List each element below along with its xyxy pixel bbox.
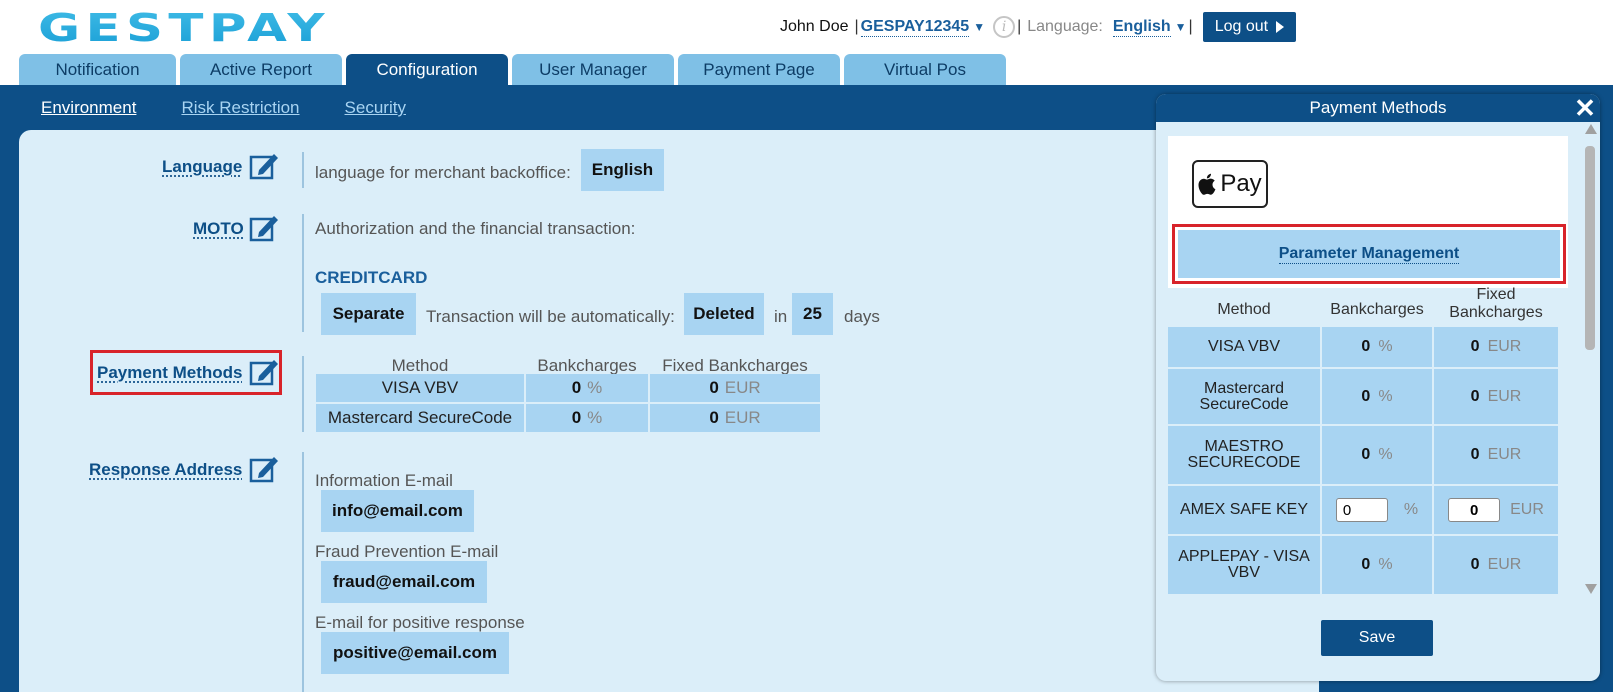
shop-selector[interactable]: GESPAY12345 bbox=[860, 18, 970, 37]
positive-email-label: E-mail for positive response bbox=[315, 613, 525, 632]
table-cell-method: APPLEPAY - VISA VBV bbox=[1168, 536, 1320, 594]
close-icon[interactable]: ✕ bbox=[1574, 95, 1596, 121]
moto-days-value: 25 bbox=[792, 293, 833, 335]
table-cell-bankcharge: 0% bbox=[1322, 369, 1432, 424]
fraud-email-value: fraud@email.com bbox=[321, 561, 487, 603]
creditcard-title: CREDITCARD bbox=[315, 268, 428, 287]
divider bbox=[302, 214, 304, 332]
sub-navigation: Environment Risk Restriction Security bbox=[41, 98, 406, 118]
table-cell-method: VISA VBV bbox=[316, 374, 524, 402]
top-bar: John Doe | GESPAY12345 ▼ i | Language: E… bbox=[780, 12, 1297, 42]
divider bbox=[302, 452, 304, 692]
edit-icon[interactable] bbox=[249, 453, 279, 483]
gestpay-logo: GESTPAY bbox=[38, 10, 330, 44]
info-email-value: info@email.com bbox=[321, 490, 474, 532]
logout-button[interactable]: Log out bbox=[1202, 12, 1297, 42]
table-cell-bankcharge: 0% bbox=[1322, 426, 1432, 484]
tab-configuration[interactable]: Configuration bbox=[346, 54, 508, 86]
tab-virtual-pos[interactable]: Virtual Pos bbox=[844, 54, 1006, 86]
parameter-management-button[interactable]: Parameter Management bbox=[1178, 230, 1560, 278]
separator: | bbox=[1188, 18, 1193, 35]
edit-icon[interactable] bbox=[249, 150, 279, 180]
table-cell-method: MAESTRO SECURECODE bbox=[1168, 426, 1320, 484]
section-label-language[interactable]: Language bbox=[162, 157, 242, 177]
apple-pay-logo: Pay bbox=[1192, 160, 1268, 208]
fraud-email-label: Fraud Prevention E-mail bbox=[315, 542, 499, 561]
bankcharge-input[interactable] bbox=[1335, 498, 1388, 522]
subnav-security[interactable]: Security bbox=[345, 98, 406, 118]
table-cell-fixed: EUR bbox=[1434, 486, 1558, 534]
table-cell-method: AMEX SAFE KEY bbox=[1168, 486, 1320, 534]
apple-pay-card: Pay Parameter Management bbox=[1168, 136, 1568, 288]
section-label-response-address[interactable]: Response Address bbox=[89, 460, 242, 480]
section-label-payment-methods[interactable]: Payment Methods bbox=[97, 363, 242, 383]
table-cell-method: VISA VBV bbox=[1168, 327, 1320, 367]
save-button[interactable]: Save bbox=[1321, 620, 1433, 656]
configuration-panel: Language language for merchant backoffic… bbox=[19, 130, 1319, 692]
positive-email-value: positive@email.com bbox=[321, 632, 509, 674]
chevron-down-icon[interactable]: ▼ bbox=[1175, 20, 1187, 34]
apple-pay-label: Pay bbox=[1220, 170, 1262, 197]
modal-title: Payment Methods bbox=[1156, 94, 1600, 122]
separator: | bbox=[1017, 18, 1022, 35]
table-cell-bankcharge: 0% bbox=[1322, 536, 1432, 594]
moto-auto-text: Transaction will be automatically: bbox=[426, 307, 675, 326]
table-cell-method: Mastercard SecureCode bbox=[1168, 369, 1320, 424]
tab-payment-page[interactable]: Payment Page bbox=[678, 54, 840, 86]
col-header-bankcharges: Bankcharges bbox=[537, 356, 637, 375]
col-header-method: Method bbox=[391, 356, 449, 375]
play-arrow-icon bbox=[1276, 21, 1285, 33]
chevron-down-icon[interactable]: ▼ bbox=[973, 20, 985, 34]
table-cell-fixed: 0 EUR bbox=[1434, 536, 1558, 594]
subnav-environment[interactable]: Environment bbox=[41, 98, 136, 118]
language-description: language for merchant backoffice: bbox=[315, 163, 571, 182]
info-icon[interactable]: i bbox=[993, 16, 1016, 38]
language-label: Language: bbox=[1027, 18, 1103, 35]
table-cell-fixed: 0 EUR bbox=[1434, 426, 1558, 484]
language-value: English bbox=[581, 149, 664, 191]
separator: | bbox=[854, 18, 859, 35]
edit-icon[interactable] bbox=[249, 356, 279, 386]
table-cell-fixed: 0 EUR bbox=[650, 404, 820, 432]
divider bbox=[302, 356, 304, 432]
payment-methods-modal: Payment Methods ✕ Pay Parameter Manageme… bbox=[1156, 94, 1600, 681]
scroll-down-arrow-icon[interactable] bbox=[1585, 584, 1597, 594]
table-cell-bankcharge: 0% bbox=[526, 404, 648, 432]
tab-notification[interactable]: Notification bbox=[19, 54, 176, 86]
table-cell-fixed: 0 EUR bbox=[650, 374, 820, 402]
scroll-up-arrow-icon[interactable] bbox=[1585, 124, 1597, 134]
subnav-risk-restriction[interactable]: Risk Restriction bbox=[181, 98, 299, 118]
moto-action: Deleted bbox=[684, 293, 764, 335]
table-cell-bankcharge: 0% bbox=[526, 374, 648, 402]
scrollbar-thumb[interactable] bbox=[1585, 146, 1595, 350]
table-cell-method: Mastercard SecureCode bbox=[316, 404, 524, 432]
language-selector[interactable]: English bbox=[1112, 18, 1171, 37]
highlight-box: Parameter Management bbox=[1172, 224, 1566, 284]
info-email-label: Information E-mail bbox=[315, 471, 453, 490]
fixed-bankcharge-input[interactable] bbox=[1448, 498, 1501, 522]
moto-days-text: days bbox=[844, 307, 880, 326]
modal-col-bankcharges: Bankcharges bbox=[1330, 301, 1424, 318]
moto-in-text: in bbox=[774, 307, 788, 326]
table-cell-bankcharge: % bbox=[1322, 486, 1432, 534]
modal-col-fixed: Fixed Bankcharges bbox=[1449, 286, 1543, 321]
main-tabs: Notification Active Report Configuration… bbox=[19, 54, 1006, 86]
moto-description: Authorization and the financial transact… bbox=[315, 219, 636, 238]
user-name: John Doe bbox=[780, 18, 849, 35]
svg-text:GESTPAY: GESTPAY bbox=[38, 10, 330, 44]
tab-active-report[interactable]: Active Report bbox=[180, 54, 342, 86]
section-label-moto[interactable]: MOTO bbox=[193, 219, 244, 239]
table-cell-bankcharge: 0% bbox=[1322, 327, 1432, 367]
logout-label: Log out bbox=[1214, 18, 1269, 35]
apple-icon bbox=[1198, 173, 1216, 195]
modal-col-method: Method bbox=[1217, 301, 1271, 318]
edit-icon[interactable] bbox=[249, 212, 279, 242]
divider bbox=[302, 152, 304, 188]
col-header-fixed-bankcharges: Fixed Bankcharges bbox=[662, 356, 808, 375]
moto-mode: Separate bbox=[321, 293, 416, 335]
table-cell-fixed: 0 EUR bbox=[1434, 369, 1558, 424]
table-cell-fixed: 0 EUR bbox=[1434, 327, 1558, 367]
tab-user-manager[interactable]: User Manager bbox=[512, 54, 674, 86]
